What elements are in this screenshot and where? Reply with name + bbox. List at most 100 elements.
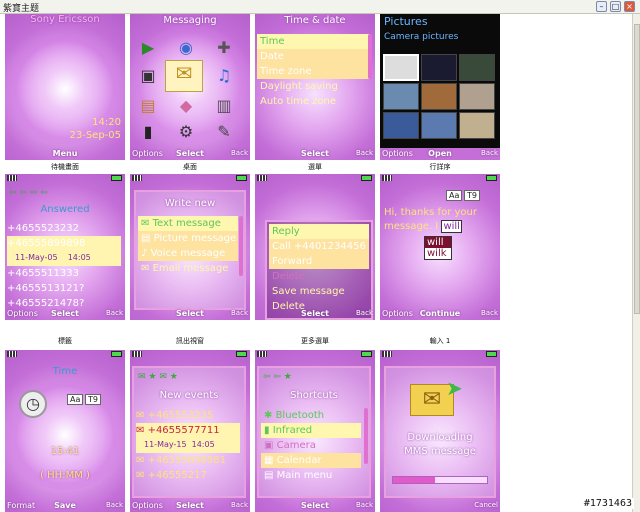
picture-thumb[interactable] (383, 54, 419, 81)
picture-thumb[interactable] (459, 83, 495, 110)
radio-icon[interactable]: ▥ (211, 94, 237, 118)
messaging-icon[interactable]: ✉ (165, 60, 203, 92)
gift-icon[interactable]: ◆ (173, 94, 199, 118)
battery-icon (486, 175, 497, 181)
standby-time: 14:20 (92, 117, 121, 128)
back-softkey[interactable]: Back (481, 309, 498, 317)
menu-item[interactable]: Date (257, 49, 369, 64)
menu-item[interactable]: ▦ Calendar (261, 453, 361, 468)
picture-thumb[interactable] (421, 54, 457, 81)
menu-list: Time Date Time zone Daylight saving Auto… (257, 34, 369, 109)
event-tab-icons[interactable]: ✉ ★ ✉ ★ (138, 372, 178, 382)
picture-thumb[interactable] (421, 83, 457, 110)
phone-icon[interactable]: ▮ (135, 120, 161, 144)
picture-thumb[interactable] (459, 54, 495, 81)
menu-item[interactable]: ✉ Text message (138, 216, 238, 231)
back-softkey[interactable]: Back (356, 149, 373, 157)
event-entry[interactable]: ✉ +46555217 (136, 468, 240, 483)
picture-thumb[interactable] (383, 112, 419, 139)
camera-icon[interactable]: ▣ (135, 64, 161, 88)
tools-icon[interactable]: ✎ (211, 120, 237, 144)
globe-icon[interactable]: ◉ (173, 36, 199, 60)
back-softkey[interactable]: Back (106, 501, 123, 509)
menu-item[interactable]: Save message (269, 284, 369, 299)
menu-item[interactable]: Call +4401234456 (269, 239, 369, 254)
picture-thumb[interactable] (459, 112, 495, 139)
menu-title: Pictures (384, 15, 428, 28)
window-scrollbar[interactable] (632, 14, 640, 512)
menu-item[interactable]: ▮ Infrared (261, 423, 361, 438)
softkeys: Menu (5, 148, 125, 160)
menu-item[interactable]: Time zone (257, 64, 369, 79)
call-entry-selected[interactable]: +46555899898 11-May-05 14:05 (7, 236, 121, 266)
call-entry[interactable]: +4655513121? (7, 281, 121, 296)
time-value[interactable]: 15:41 (5, 446, 125, 457)
watermark: #1731463 (581, 498, 634, 509)
shortcut-tab-icons[interactable]: ⇦ ⇦ ★ (263, 372, 292, 382)
close-button[interactable]: × (624, 1, 635, 12)
scrollbar-thumb[interactable] (634, 24, 640, 314)
menu-scrollbar[interactable] (239, 216, 243, 276)
message-text-area[interactable]: Hi, thanks for your message. I will (384, 206, 496, 234)
tile-caption: 更多選單 (301, 337, 329, 345)
signal-icon (382, 351, 392, 357)
event-entry[interactable]: ✉ +46555898981 (136, 453, 240, 468)
folder-icon[interactable]: ▤ (135, 94, 161, 118)
window-titlebar: 紫寶主题 – □ × (0, 0, 640, 14)
menu-item[interactable]: Forward (269, 254, 369, 269)
event-entry-selected[interactable]: ✉ +4655577711 11-May-15 14:05 (136, 423, 240, 453)
back-softkey[interactable]: Back (356, 501, 373, 509)
menu-title: Messaging (163, 15, 217, 26)
play-icon[interactable]: ▶ (135, 36, 161, 60)
menu-scrollbar[interactable] (368, 34, 372, 79)
back-softkey[interactable]: Back (481, 149, 498, 157)
menu-softkey[interactable]: Menu (5, 149, 125, 158)
menu-item[interactable]: ✱ Bluetooth (261, 408, 361, 423)
standby-date: 23-Sep-05 (69, 130, 121, 141)
menu-item[interactable]: Auto time zone (257, 94, 369, 109)
back-softkey[interactable]: Back (356, 309, 373, 317)
back-softkey[interactable]: Back (231, 149, 248, 157)
minimize-button[interactable]: – (596, 1, 607, 12)
suggestion-item[interactable]: wilk (425, 248, 451, 259)
battery-icon (361, 351, 372, 357)
gamepad-icon[interactable]: ✚ (211, 36, 237, 60)
signal-icon (257, 351, 267, 357)
menu-item[interactable]: Delete (269, 269, 369, 284)
menu-item[interactable]: Time (257, 34, 369, 49)
back-softkey[interactable]: Back (231, 309, 248, 317)
event-entry[interactable]: ✉ +465553235 (136, 408, 240, 423)
media-icon[interactable]: ♫ (211, 64, 237, 88)
popup-title: Write new (164, 198, 216, 209)
signal-icon (132, 351, 142, 357)
menu-item[interactable]: ♪ Voice message (138, 246, 238, 261)
call-entry[interactable]: +4655523232 (7, 221, 121, 236)
menu-item[interactable]: ▤ Main menu (261, 468, 361, 483)
call-tab-icons[interactable]: ⇦ ⇦ ⇦ ⇦ (9, 188, 48, 198)
menu-item[interactable]: ▣ Camera (261, 438, 361, 453)
back-softkey[interactable]: Back (106, 309, 123, 317)
menu-scrollbar[interactable] (364, 408, 368, 464)
clock-icon: ◷ (19, 390, 47, 418)
menu-item[interactable]: ▤ Picture message (138, 231, 238, 246)
tile-caption: 訊出視窗 (176, 337, 204, 345)
suggestion-item[interactable]: will (425, 237, 451, 248)
menu-item[interactable]: Reply (269, 224, 369, 239)
menu-item[interactable]: Daylight saving (257, 79, 369, 94)
back-softkey[interactable]: Back (231, 501, 248, 509)
menu-title: Time & date (284, 15, 346, 26)
download-screen: ✉ ➤ Downloading MMS message Cancel (380, 350, 500, 512)
signal-icon (382, 175, 392, 181)
settings-icon[interactable]: ⚙ (173, 120, 199, 144)
word-suggestions: will wilk (424, 236, 452, 260)
more-options-screen: Reply Call +4401234456 Forward Delete Sa… (255, 174, 375, 320)
picture-thumb[interactable] (421, 112, 457, 139)
text-input-screen: Aa T9 Hi, thanks for your message. I wil… (380, 174, 500, 320)
call-date: 11-May-05 (15, 253, 58, 262)
picture-thumb[interactable] (383, 83, 419, 110)
options-popup: Reply Call +4401234456 Forward Delete Sa… (265, 220, 373, 320)
maximize-button[interactable]: □ (610, 1, 621, 12)
menu-item[interactable]: ✉ Email message (138, 261, 238, 276)
call-entry[interactable]: +4655511333 (7, 266, 121, 281)
cancel-softkey[interactable]: Cancel (474, 501, 498, 509)
